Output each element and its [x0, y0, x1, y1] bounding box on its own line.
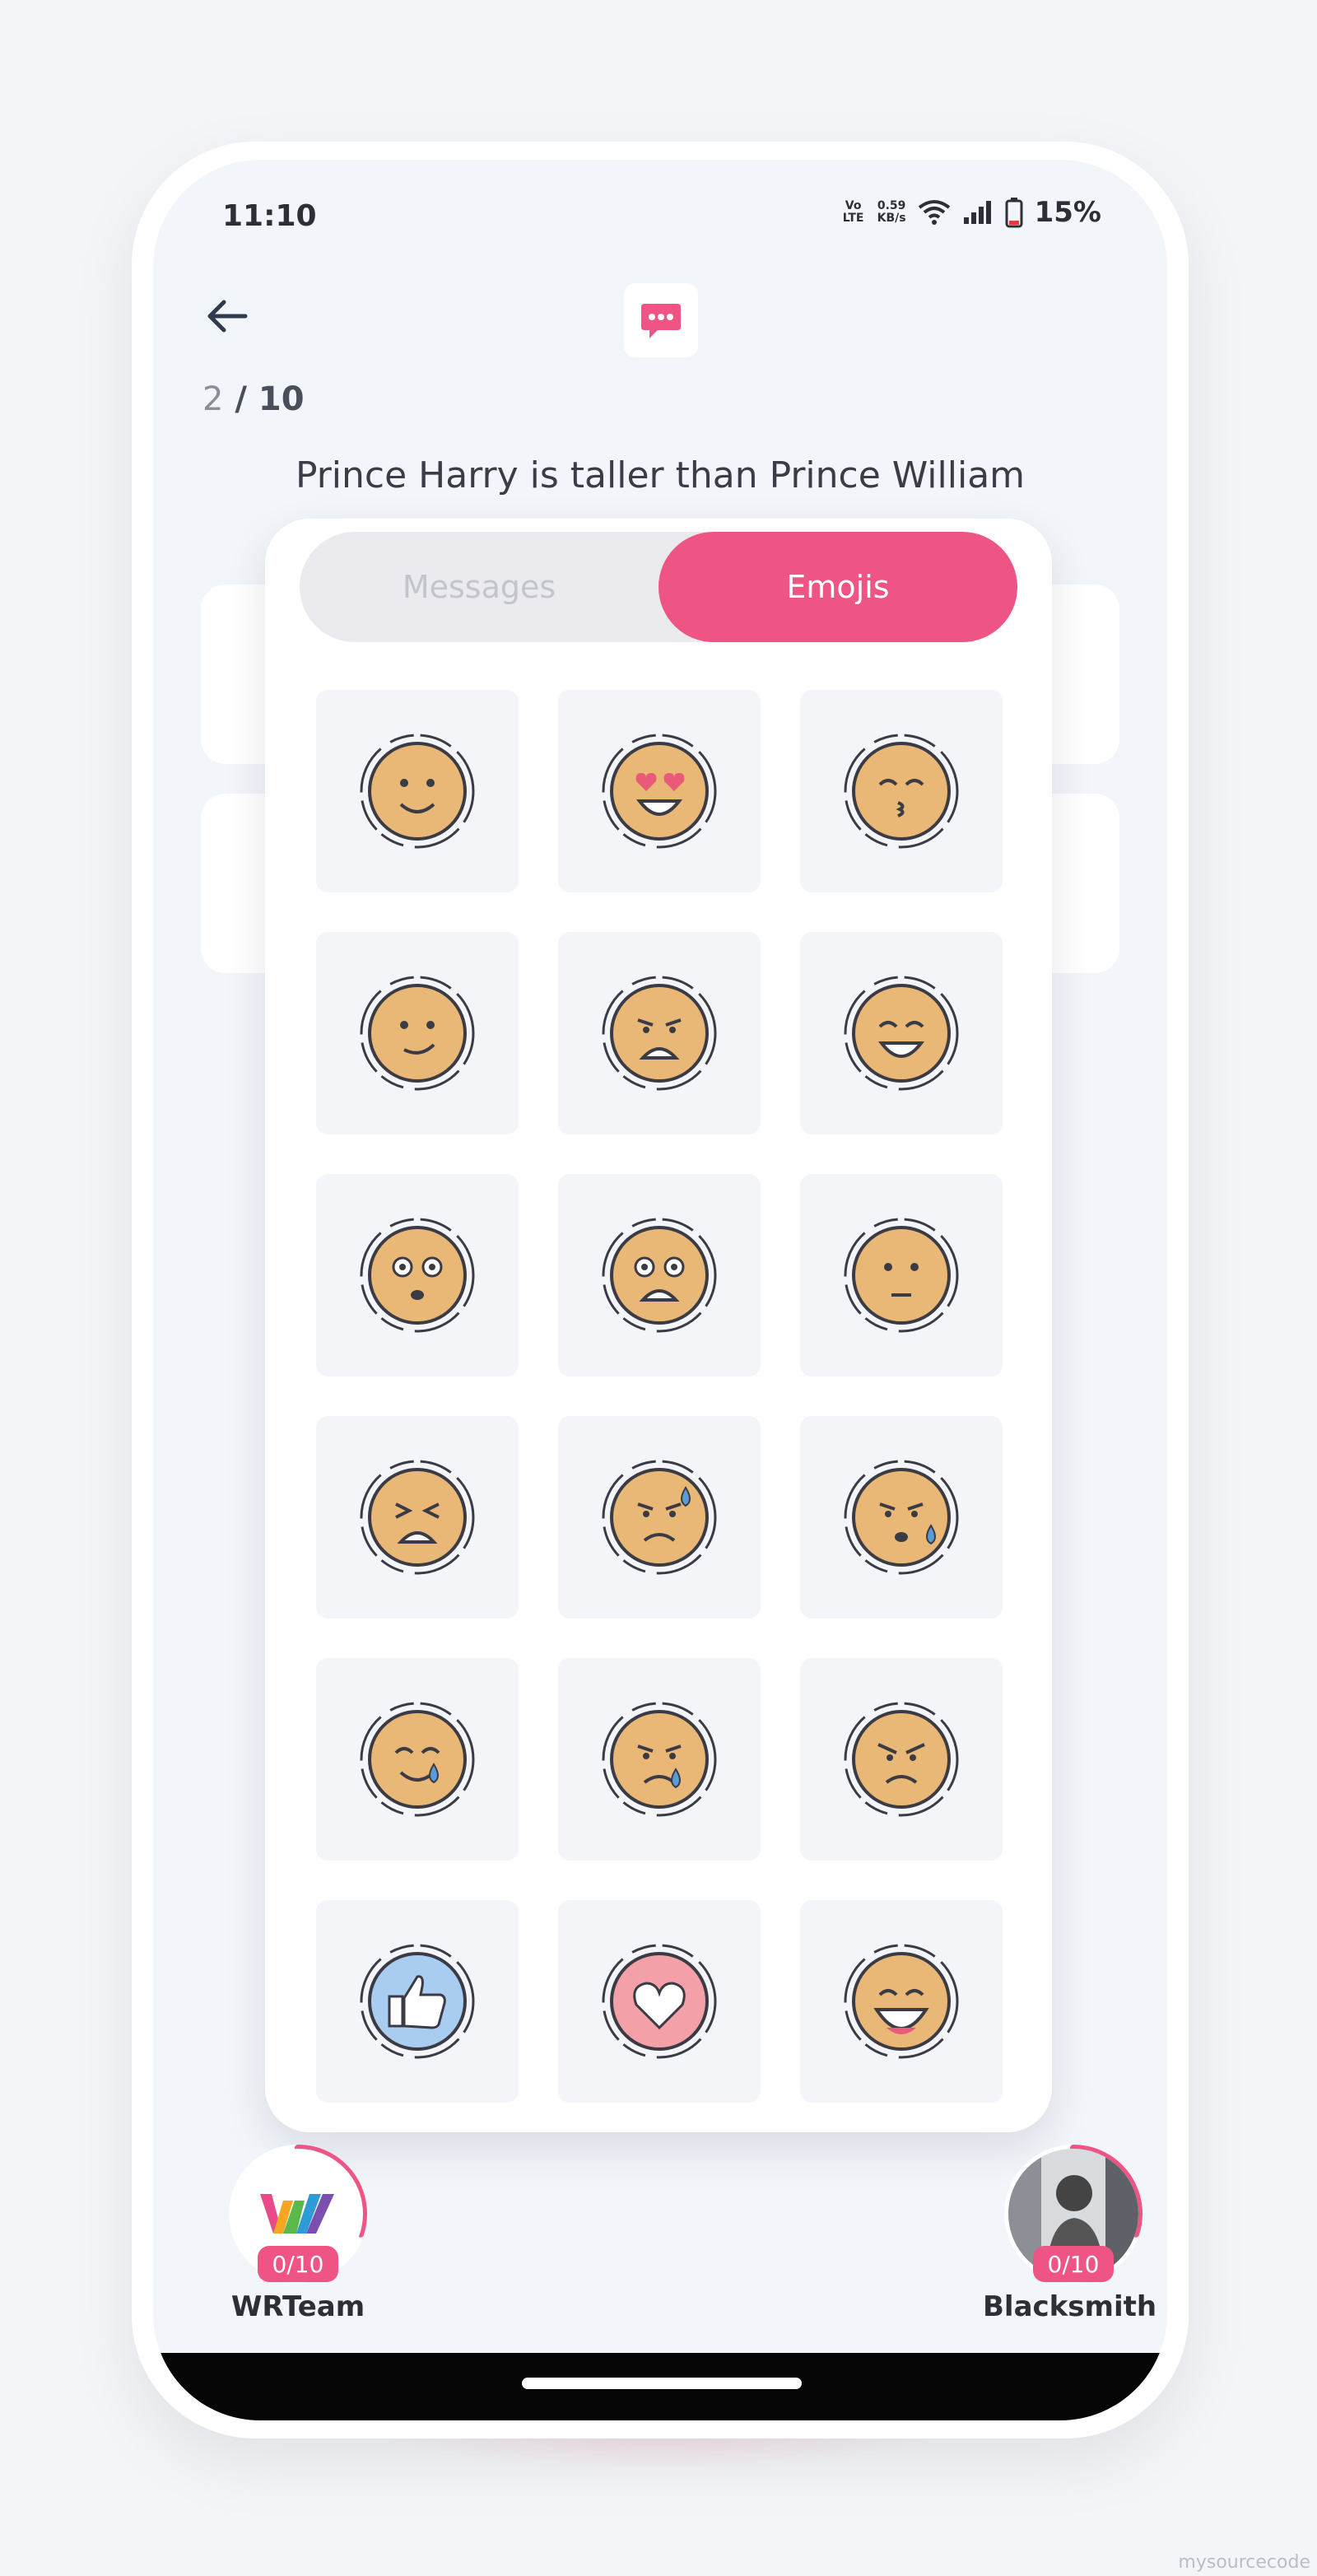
tab-emojis[interactable]: Emojis	[658, 532, 1017, 642]
question-progress: 2 / 10	[202, 380, 305, 418]
chat-reaction-button[interactable]	[624, 283, 698, 357]
player-left: 0/10 WRTeam	[207, 2144, 389, 2323]
phone-frame: 11:10 Vo LTE 0.59 KB/s 15% 2 / 10 Prince…	[132, 142, 1189, 2439]
persevering-emoji-icon	[360, 1460, 475, 1575]
emoji-cell[interactable]	[800, 932, 1003, 1134]
player-name: WRTeam	[230, 2290, 365, 2323]
player-score: 0/10	[1033, 2246, 1114, 2282]
battery-icon	[1005, 198, 1023, 228]
grin-closed-eyes-emoji-icon	[844, 976, 959, 1091]
watermark: mysourcecode	[1178, 2552, 1310, 2573]
anguished-emoji-icon	[602, 976, 717, 1091]
player-score: 0/10	[258, 2246, 338, 2282]
signal-icon	[963, 201, 991, 224]
smile-emoji-icon	[360, 734, 475, 849]
angry-emoji-icon	[844, 1702, 959, 1817]
upside-down-emoji-icon	[844, 1218, 959, 1333]
emoji-cell[interactable]	[316, 932, 519, 1134]
crying-smile-emoji-icon	[360, 1702, 475, 1817]
heart-emoji-icon	[602, 1944, 717, 2059]
astonished-emoji-icon	[360, 1218, 475, 1333]
player-avatar-wrap: 0/10	[228, 2144, 368, 2284]
wrteam-logo-icon	[260, 2194, 334, 2234]
chat-bubble-icon	[641, 304, 681, 338]
emoji-cell[interactable]	[316, 1416, 519, 1619]
home-indicator[interactable]	[522, 2378, 802, 2389]
emoji-cell[interactable]	[316, 1900, 519, 2103]
back-arrow-icon[interactable]	[202, 291, 252, 341]
smirk-emoji-icon	[360, 976, 475, 1091]
downcast-sweat-emoji-icon	[602, 1460, 717, 1575]
player-right: 0/10 Blacksmith ...	[983, 2144, 1167, 2323]
wifi-icon	[918, 200, 950, 225]
player-avatar-wrap: 0/10	[1003, 2144, 1143, 2284]
reaction-tab-bar: Messages Emojis	[300, 532, 1017, 642]
emoji-cell[interactable]	[558, 690, 761, 892]
crying-emoji-icon	[602, 1702, 717, 1817]
emoji-cell[interactable]	[800, 690, 1003, 892]
emoji-cell[interactable]	[316, 1658, 519, 1861]
emoji-grid	[316, 690, 1003, 2103]
volte-indicator: Vo LTE	[842, 199, 864, 225]
app-screen: 11:10 Vo LTE 0.59 KB/s 15% 2 / 10 Prince…	[153, 160, 1167, 2420]
player-name: Blacksmith ...	[983, 2290, 1167, 2323]
emoji-cell[interactable]	[800, 1900, 1003, 2103]
emoji-cell[interactable]	[316, 690, 519, 892]
emoji-cell[interactable]	[558, 1900, 761, 2103]
status-icons: Vo LTE 0.59 KB/s 15%	[841, 196, 1101, 229]
sad-sweat-emoji-icon	[844, 1460, 959, 1575]
thumbs-up-emoji-icon	[360, 1944, 475, 2059]
current-question: 2	[202, 380, 224, 418]
speed-value: 0.59	[877, 199, 906, 212]
network-speed: 0.59 KB/s	[877, 200, 906, 225]
emoji-cell[interactable]	[800, 1174, 1003, 1377]
emoji-cell[interactable]	[800, 1416, 1003, 1619]
heart-eyes-emoji-icon	[602, 734, 717, 849]
emoji-cell[interactable]	[558, 1658, 761, 1861]
emoji-cell[interactable]	[558, 1174, 761, 1377]
question-text: Prince Harry is taller than Prince Willi…	[295, 454, 1026, 496]
tab-messages[interactable]: Messages	[300, 532, 658, 642]
reaction-panel: Messages Emojis	[265, 519, 1052, 2132]
system-nav-bar	[153, 2353, 1167, 2420]
status-time: 11:10	[222, 199, 317, 233]
frowning-open-mouth-emoji-icon	[602, 1218, 717, 1333]
total-questions: 10	[258, 380, 305, 418]
speed-unit: KB/s	[877, 212, 906, 225]
emoji-cell[interactable]	[800, 1658, 1003, 1861]
emoji-cell[interactable]	[558, 932, 761, 1134]
battery-percent: 15%	[1034, 196, 1101, 229]
progress-separator: /	[223, 380, 258, 418]
laughing-emoji-icon	[844, 1944, 959, 2059]
emoji-cell[interactable]	[316, 1174, 519, 1377]
emoji-cell[interactable]	[558, 1416, 761, 1619]
kiss-emoji-icon	[844, 734, 959, 849]
